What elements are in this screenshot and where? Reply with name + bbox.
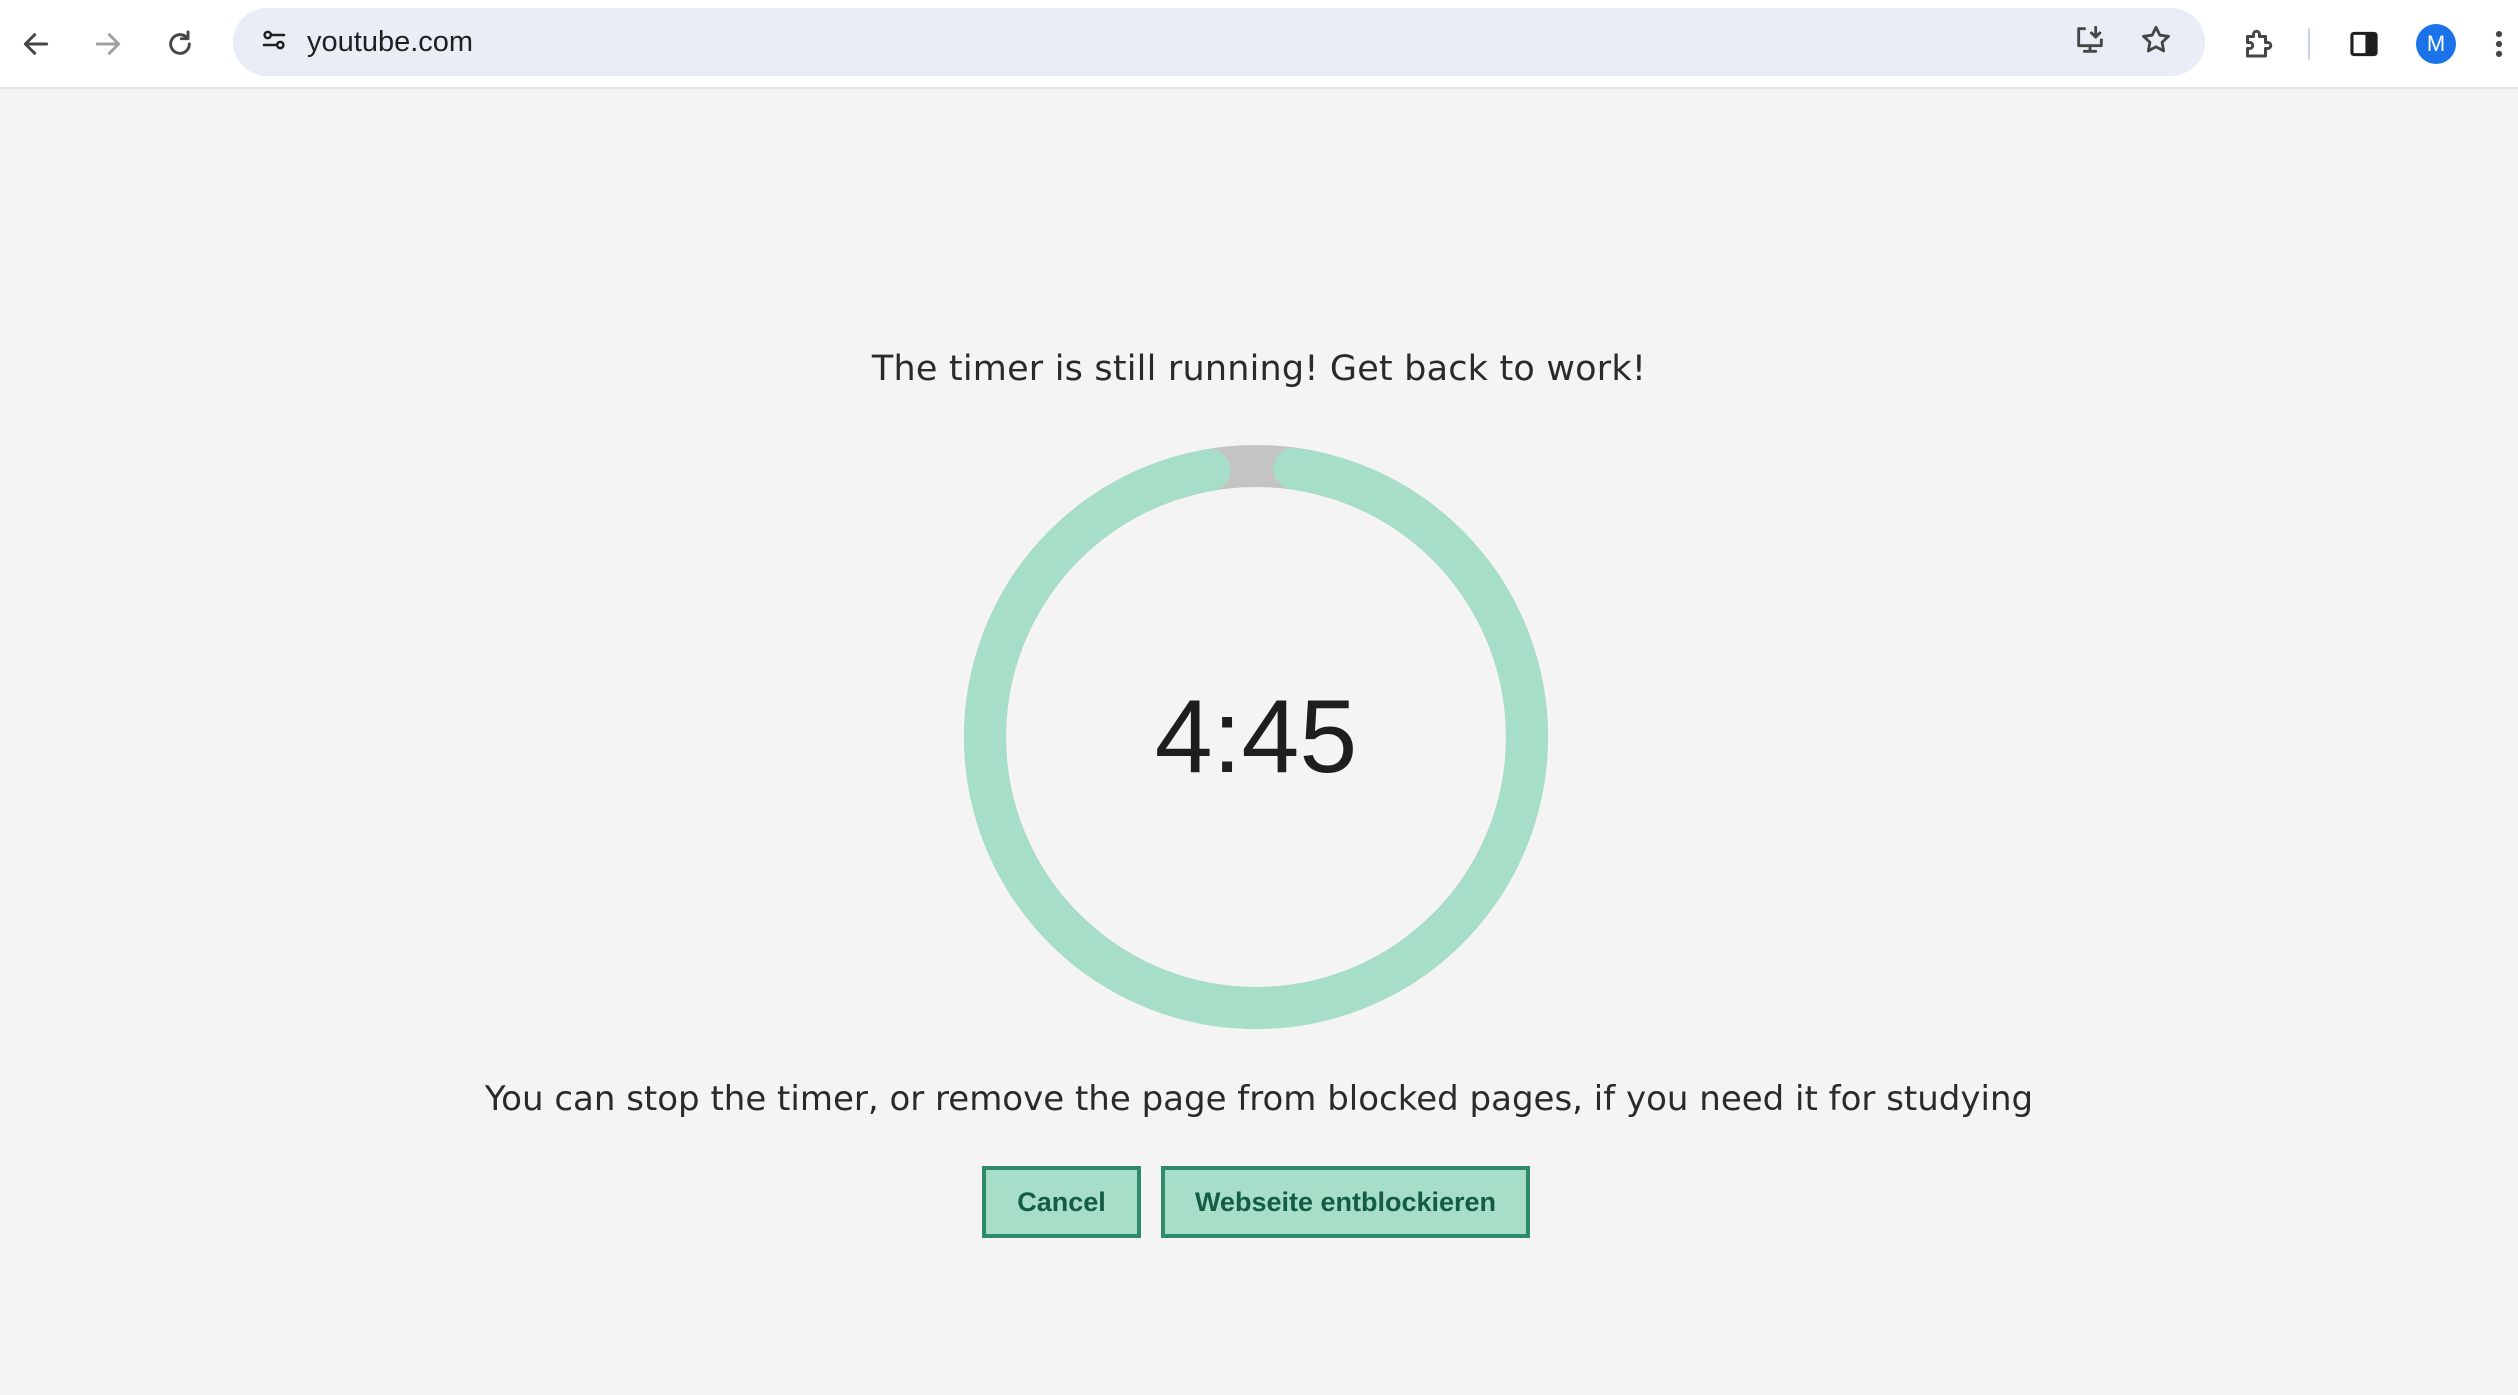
url-text[interactable]: youtube.com xyxy=(307,25,473,59)
puzzle-icon xyxy=(2240,26,2276,62)
reload-button[interactable] xyxy=(151,15,209,73)
browser-menu-button[interactable] xyxy=(2480,15,2518,73)
browser-toolbar: youtube.com M xyxy=(0,0,2518,89)
cancel-button[interactable]: Cancel xyxy=(982,1166,1141,1238)
info-text: You can stop the timer, or remove the pa… xyxy=(484,1079,2034,1119)
forward-button[interactable] xyxy=(79,15,137,73)
back-arrow-icon xyxy=(20,28,52,60)
site-settings-icon xyxy=(259,25,289,59)
address-bar[interactable]: youtube.com xyxy=(233,8,2205,76)
star-icon xyxy=(2139,23,2173,61)
unblock-website-button[interactable]: Webseite entblockieren xyxy=(1161,1166,1530,1238)
install-app-icon xyxy=(2073,23,2107,61)
side-panel-button[interactable] xyxy=(2335,15,2393,73)
side-panel-icon xyxy=(2347,27,2381,61)
bookmark-button[interactable] xyxy=(2131,17,2181,67)
block-page: The timer is still running! Get back to … xyxy=(0,89,2518,1395)
profile-avatar[interactable]: M xyxy=(2416,24,2456,64)
back-button[interactable] xyxy=(7,15,65,73)
timer-ring: 4:45 xyxy=(964,445,1548,1029)
reload-icon xyxy=(164,28,196,60)
headline-text: The timer is still running! Get back to … xyxy=(871,349,1647,389)
site-info-button[interactable] xyxy=(249,17,299,67)
extensions-button[interactable] xyxy=(2229,15,2287,73)
forward-arrow-icon xyxy=(92,28,124,60)
kebab-menu-icon xyxy=(2494,27,2504,61)
install-app-button[interactable] xyxy=(2065,17,2115,67)
toolbar-divider xyxy=(2308,28,2310,60)
timer-countdown: 4:45 xyxy=(1154,678,1358,795)
